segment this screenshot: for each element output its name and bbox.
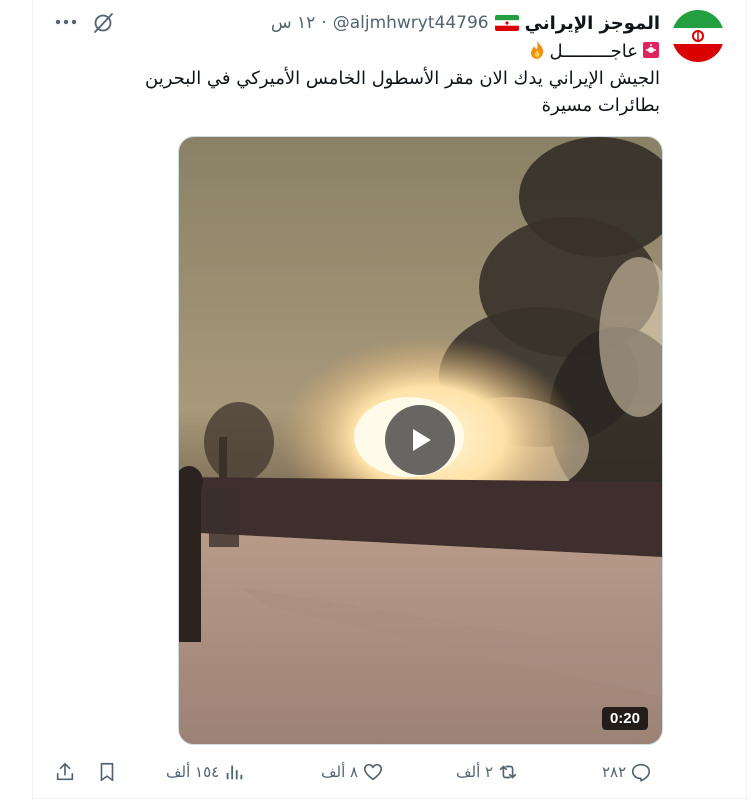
heart-icon [364,763,383,781]
retweet-icon [499,765,517,779]
like-count: ٨ ألف [321,763,359,781]
avatar[interactable] [672,10,724,62]
video-player[interactable]: 0:20 [178,136,663,745]
analytics-icon [226,765,243,780]
play-icon [413,429,431,451]
reply-button[interactable]: ٢٨٢ [602,758,652,786]
tweet-line-main: الجيش الإيراني يدك الان مقر الأسطول الخا… [145,68,660,89]
bookmark-button[interactable] [96,758,118,786]
right-border [746,0,747,800]
timestamp[interactable]: ١٢ س [271,13,315,33]
bookmark-icon [100,762,114,782]
video-duration: 0:20 [601,707,648,730]
left-border [32,0,33,800]
more-horizontal-icon[interactable] [52,10,80,34]
tweet-line-end: بطائرات مسيرة [541,95,660,116]
share-icon [56,762,74,781]
views-button[interactable]: ١٥٤ ألف [166,758,245,786]
fire-icon [528,40,546,60]
views-count: ١٥٤ ألف [166,763,220,781]
retweet-count: ٢ ألف [456,763,494,781]
tweet-line-urgent: عاجـــــــــل [60,38,660,65]
reply-icon [632,763,651,782]
urgent-label: عاجـــــــــل [549,41,638,62]
siren-icon [642,40,660,60]
author-name[interactable]: الموجز الإيراني [525,13,660,34]
tweet-text: عاجـــــــــل الجيش الإيراني يدك الان مق… [60,38,660,119]
separator-dot: · [321,13,327,33]
reply-count: ٢٨٢ [602,763,627,781]
iran-flag-icon [494,15,519,31]
tweet-header: الموجز الإيراني @aljmhwryt44796 · ١٢ س [271,10,660,36]
retweet-button[interactable]: ٢ ألف [456,758,519,786]
share-button[interactable] [54,758,76,786]
grok-icon[interactable] [92,12,114,34]
play-button[interactable] [385,405,455,475]
bottom-border [32,798,747,799]
iran-flag-avatar [672,10,724,62]
like-button[interactable]: ٨ ألف [321,758,384,786]
author-handle[interactable]: @aljmhwryt44796 [333,13,489,33]
